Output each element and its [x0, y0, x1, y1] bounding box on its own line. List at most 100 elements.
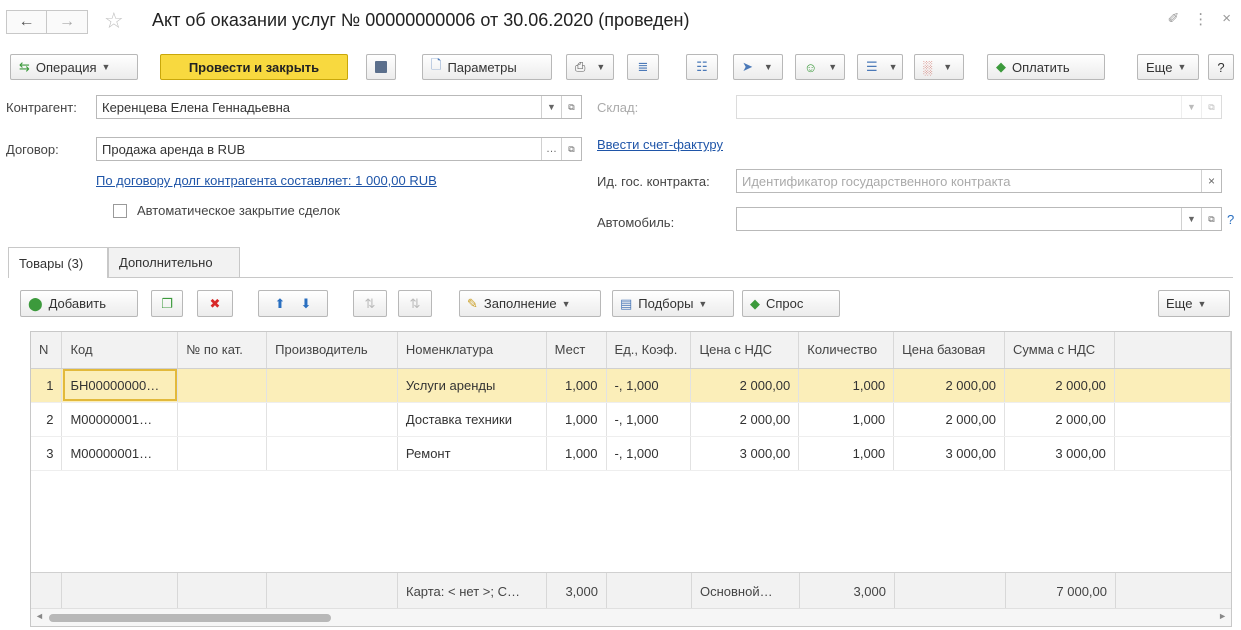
link-icon[interactable]: ✐: [1168, 10, 1180, 28]
help-button[interactable]: ?: [1208, 54, 1234, 80]
selections-button[interactable]: ▤ Подборы ▼: [612, 290, 734, 317]
warehouse-field[interactable]: ▼ ⧉: [736, 95, 1222, 119]
back-button[interactable]: ←: [6, 10, 47, 34]
delete-row-button[interactable]: ✖: [197, 290, 233, 317]
cell-item[interactable]: Доставка техники: [397, 402, 547, 437]
more-button[interactable]: Еще ▼: [1137, 54, 1199, 80]
horizontal-scrollbar[interactable]: ◄ ►: [31, 608, 1231, 626]
fill-button[interactable]: ✎ Заполнение ▼: [459, 290, 601, 317]
cell-maker[interactable]: [266, 436, 398, 471]
favorite-star-icon[interactable]: ☆: [104, 8, 124, 34]
cell-base[interactable]: 2 000,00: [893, 368, 1006, 403]
cell-maker[interactable]: [266, 368, 398, 403]
sort-asc-button[interactable]: ⇅: [353, 290, 387, 317]
operation-button[interactable]: ⇆ Операция ▼: [10, 54, 138, 80]
column-header[interactable]: № по кат.: [177, 332, 268, 369]
cell-n[interactable]: 1: [31, 368, 63, 403]
post-and-close-button[interactable]: Провести и закрыть: [160, 54, 348, 80]
dropdown-chevron-icon[interactable]: ▼: [1181, 96, 1201, 118]
cell-n[interactable]: 2: [31, 402, 63, 437]
parameters-button[interactable]: 🗋 Параметры: [422, 54, 552, 80]
move-up-icon[interactable]: ⬆: [275, 296, 286, 312]
cell-places[interactable]: 1,000: [546, 368, 607, 403]
cell-sum[interactable]: 3 000,00: [1004, 436, 1115, 471]
column-header[interactable]: Код: [61, 332, 179, 369]
scrollbar-thumb[interactable]: [49, 614, 331, 622]
table-row[interactable]: 3 М00000001… Ремонт 1,000 -, 1,000 3 000…: [31, 436, 1231, 471]
cell-unit[interactable]: -, 1,000: [606, 368, 692, 403]
move-down-icon[interactable]: ⬇: [301, 296, 312, 312]
counterparty-field[interactable]: Керенцева Елена Геннадьевна ▼ ⧉: [96, 95, 582, 119]
dropdown-chevron-icon[interactable]: ▼: [1181, 208, 1201, 230]
cell-qty[interactable]: 1,000: [798, 368, 895, 403]
cell-sum[interactable]: 2 000,00: [1004, 402, 1115, 437]
column-header[interactable]: Мест: [546, 332, 607, 369]
column-header[interactable]: Ед., Коэф.: [606, 332, 692, 369]
cell-item[interactable]: Услуги аренды: [397, 368, 547, 403]
cell-unit[interactable]: -, 1,000: [606, 402, 692, 437]
cell-maker[interactable]: [266, 402, 398, 437]
column-header[interactable]: Цена базовая: [893, 332, 1006, 369]
cell-code[interactable]: М00000001…: [61, 436, 179, 471]
table-more-button[interactable]: Еще ▼: [1158, 290, 1230, 317]
auto-close-checkbox[interactable]: [113, 204, 127, 218]
structure-button[interactable]: ≣: [627, 54, 659, 80]
cell-cat[interactable]: [177, 436, 268, 471]
cell-price[interactable]: 2 000,00: [690, 402, 800, 437]
cell-places[interactable]: 1,000: [546, 402, 607, 437]
gov-contract-field[interactable]: Идентификатор государственного контракта…: [736, 169, 1222, 193]
cell-price[interactable]: 2 000,00: [690, 368, 800, 403]
cell-qty[interactable]: 1,000: [798, 402, 895, 437]
pay-button[interactable]: ◆ Оплатить: [987, 54, 1105, 80]
dropdown-chevron-icon[interactable]: ▼: [541, 96, 561, 118]
add-row-button[interactable]: ⬤ Добавить: [20, 290, 138, 317]
clear-icon[interactable]: ×: [1201, 170, 1221, 192]
scroll-right-icon[interactable]: ►: [1218, 611, 1227, 621]
column-header[interactable]: Количество: [798, 332, 895, 369]
cell-base[interactable]: 3 000,00: [893, 436, 1006, 471]
column-header[interactable]: N: [31, 332, 63, 369]
cell-places[interactable]: 1,000: [546, 436, 607, 471]
cell-code[interactable]: М00000001…: [61, 402, 179, 437]
sort-desc-button[interactable]: ⇅: [398, 290, 432, 317]
cell-code[interactable]: БН00000000…: [61, 368, 179, 403]
move-buttons[interactable]: ⬆ ⬇: [258, 290, 328, 317]
table-row[interactable]: 1 БН00000000… Услуги аренды 1,000 -, 1,0…: [31, 368, 1231, 403]
select-ellipsis-icon[interactable]: …: [541, 138, 561, 160]
forward-button[interactable]: →: [47, 10, 88, 34]
table-row[interactable]: 2 М00000001… Доставка техники 1,000 -, 1…: [31, 402, 1231, 437]
car-help-icon[interactable]: ?: [1227, 212, 1234, 227]
print-button[interactable]: ⎙ ▼: [566, 54, 614, 80]
cell-item[interactable]: Ремонт: [397, 436, 547, 471]
contract-field[interactable]: Продажа аренда в RUB … ⧉: [96, 137, 582, 161]
users-button[interactable]: ☺ ▼: [795, 54, 845, 80]
enter-invoice-link[interactable]: Ввести счет-фактуру: [597, 137, 723, 152]
open-window-icon[interactable]: ⧉: [561, 138, 581, 160]
documents-button[interactable]: ☰ ▼: [857, 54, 903, 80]
close-icon[interactable]: ×: [1222, 10, 1231, 28]
cell-base[interactable]: 2 000,00: [893, 402, 1006, 437]
cell-cat[interactable]: [177, 402, 268, 437]
demand-button[interactable]: ◆ Спрос: [742, 290, 840, 317]
cell-price[interactable]: 3 000,00: [690, 436, 800, 471]
copy-row-button[interactable]: ❐: [151, 290, 183, 317]
open-window-icon[interactable]: ⧉: [1201, 208, 1221, 230]
create-based-button[interactable]: ➤ ▼: [733, 54, 783, 80]
cell-sum[interactable]: 2 000,00: [1004, 368, 1115, 403]
report-button[interactable]: ☷: [686, 54, 718, 80]
cell-n[interactable]: 3: [31, 436, 63, 471]
scroll-left-icon[interactable]: ◄: [35, 611, 44, 621]
cell-qty[interactable]: 1,000: [798, 436, 895, 471]
contract-debt-link[interactable]: По договору долг контрагента составляет:…: [96, 173, 437, 188]
save-button[interactable]: [366, 54, 396, 80]
more-vertical-icon[interactable]: ⋮: [1193, 10, 1208, 28]
column-header[interactable]: Производитель: [266, 332, 398, 369]
cell-unit[interactable]: -, 1,000: [606, 436, 692, 471]
column-header[interactable]: Цена с НДС: [690, 332, 800, 369]
column-header[interactable]: Номенклатура: [397, 332, 547, 369]
tab-goods[interactable]: Товары (3): [8, 247, 108, 278]
reports-button[interactable]: ░ ▼: [914, 54, 964, 80]
open-window-icon[interactable]: ⧉: [561, 96, 581, 118]
column-header[interactable]: Сумма с НДС: [1004, 332, 1115, 369]
cell-cat[interactable]: [177, 368, 268, 403]
